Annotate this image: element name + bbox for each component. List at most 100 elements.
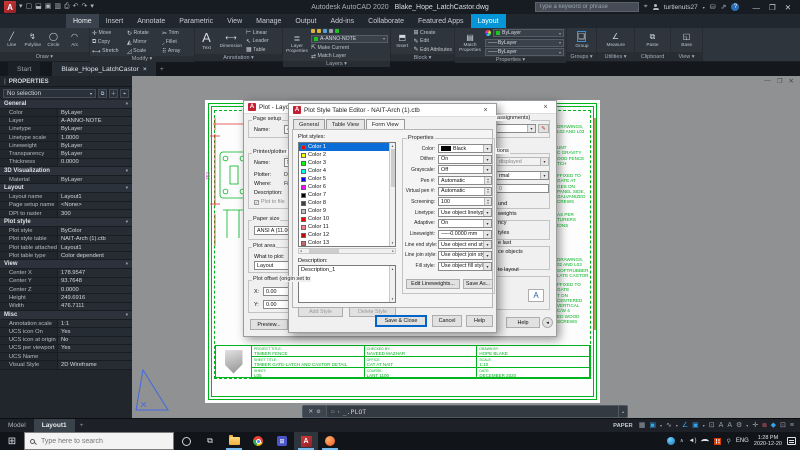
paste-button[interactable]: ⧉ Paste: [643, 32, 662, 48]
autocad-taskbar-button[interactable]: A: [294, 432, 318, 450]
groups-panel-title[interactable]: Groups ▾: [567, 52, 596, 61]
property-field-control[interactable]: On ▾ ▴▾: [438, 155, 492, 164]
plot-style-item[interactable]: Color 6: [299, 183, 389, 191]
doc-close-button[interactable]: ✕: [789, 77, 794, 85]
status-icon[interactable]: ✛: [752, 421, 758, 431]
save-as-button[interactable]: Save As...: [463, 279, 493, 289]
linetype-dropdown[interactable]: —— ByLayer ▾: [485, 48, 564, 56]
property-row[interactable]: Layout: [0, 184, 132, 193]
new-document-tab-button[interactable]: +: [156, 62, 168, 76]
close-button[interactable]: ✕: [785, 3, 791, 12]
action-center-icon[interactable]: [787, 437, 796, 445]
property-row[interactable]: Layer A-ANNO-NOTE: [0, 117, 132, 125]
modify-tool-button[interactable]: ◭ Mirror: [127, 38, 161, 46]
view-panel-title[interactable]: View ▾: [671, 52, 702, 61]
ms-app-button[interactable]: ⊞: [270, 432, 294, 450]
property-field-control[interactable]: Use object end style ▾ ▴▾: [438, 240, 492, 249]
property-row[interactable]: Center Y 93.7648: [0, 278, 132, 286]
dpi-field[interactable]: 0: [496, 184, 549, 193]
property-row[interactable]: View: [0, 260, 132, 269]
status-icon[interactable]: ▾: [746, 421, 748, 431]
match-properties-button[interactable]: ▤ Match Properties: [457, 33, 483, 53]
property-row[interactable]: Visual Style 2D Wireframe: [0, 361, 132, 369]
preview-button[interactable]: Preview...: [250, 319, 288, 330]
plot-style-item[interactable]: Color 4: [299, 167, 389, 175]
help-button[interactable]: Help: [466, 315, 493, 327]
modify-tool-button[interactable]: ✛ Move: [92, 29, 126, 37]
ribbon-tab[interactable]: Home: [66, 14, 99, 28]
listbox-hscrollbar[interactable]: ◂ ▸: [298, 248, 396, 254]
layer-on-icon[interactable]: [311, 29, 315, 33]
scroll-right-icon[interactable]: ▸: [391, 249, 395, 253]
description-vscrollbar[interactable]: ▴ ▾: [389, 266, 395, 302]
command-line[interactable]: ✕ ⚙ ▭ ▾ _.PLOT ▴: [302, 405, 628, 418]
property-row[interactable]: 3D Visualization: [0, 167, 132, 176]
property-field-control[interactable]: 0.0000 mm ▾ ▴▾: [438, 230, 492, 239]
modify-tool-button[interactable]: ✂ Trim: [162, 29, 196, 37]
plot-option-label[interactable]: weights: [498, 212, 523, 218]
property-row[interactable]: Transparency ByLayer: [0, 150, 132, 158]
select-objects-icon[interactable]: ＋: [109, 89, 118, 98]
property-field-control[interactable]: 100 ▾ ▴▾: [438, 197, 492, 206]
ribbon-tab[interactable]: Output: [288, 14, 323, 28]
ribbon-tab[interactable]: Parametric: [172, 14, 220, 28]
layer-state-icons[interactable]: [311, 29, 388, 33]
status-icon[interactable]: ⊡: [780, 421, 786, 431]
group-button[interactable]: ❏ Group: [572, 31, 591, 49]
property-row[interactable]: Thickness 0.0000: [0, 159, 132, 167]
property-row[interactable]: Annotation scale 1:1: [0, 320, 132, 328]
property-field-control[interactable]: Automatic ▾ ▴▾: [438, 176, 492, 185]
property-row[interactable]: Plot table type Color dependent: [0, 252, 132, 260]
make-current-button[interactable]: ⇱ Make Current: [311, 44, 388, 51]
property-row[interactable]: Plot table attached... Layout1: [0, 244, 132, 252]
plot-dialog-close-icon[interactable]: ×: [539, 104, 552, 111]
paper-space-label[interactable]: PAPER: [613, 423, 633, 429]
start-button[interactable]: ⊞: [0, 432, 24, 450]
plot-style-item[interactable]: Color 11: [299, 223, 389, 231]
scroll-down-icon[interactable]: ▾: [390, 296, 395, 302]
spinner-icon[interactable]: ▴▾: [484, 188, 491, 195]
command-input[interactable]: ▭ ▾ _.PLOT: [327, 408, 618, 416]
plot-style-item[interactable]: Color 1: [299, 143, 389, 151]
property-row[interactable]: DPI to raster 300: [0, 210, 132, 218]
y-offset-field[interactable]: 0.00: [263, 300, 291, 309]
username[interactable]: turtlenuts27: [664, 4, 698, 11]
status-icon[interactable]: ◆: [771, 421, 776, 431]
property-row[interactable]: Page setup name <None>: [0, 202, 132, 210]
close-icon[interactable]: ✕: [308, 408, 313, 415]
property-row[interactable]: Plot style ByColor: [0, 227, 132, 235]
scroll-up-icon[interactable]: ▴: [390, 266, 395, 272]
save-changes-fragment[interactable]: to layout: [498, 267, 519, 273]
document-tab[interactable]: Blake_Hope_LatchCastor ×: [52, 62, 155, 76]
add-style-button[interactable]: Add Style: [298, 307, 343, 317]
layer-properties-button[interactable]: ≣ Layer Properties: [285, 34, 309, 54]
wifi-icon[interactable]: [701, 439, 709, 444]
property-field-control[interactable]: On ▾ ▴▾: [438, 219, 492, 228]
tray-expand-icon[interactable]: ∧: [680, 438, 684, 444]
block-panel-title[interactable]: Block ▾: [391, 54, 454, 61]
property-row[interactable]: Height 249.6916: [0, 294, 132, 302]
layer-color-icon[interactable]: [335, 29, 339, 33]
plot-option-label[interactable]: tyles: [498, 231, 523, 237]
block-tool-button[interactable]: ⊞ Create: [413, 29, 452, 36]
property-row[interactable]: Lineweight ByLayer: [0, 142, 132, 150]
status-icon[interactable]: ▾: [660, 421, 662, 431]
property-row[interactable]: UCS Name: [0, 353, 132, 361]
app-store-icon[interactable]: ⛁: [710, 3, 716, 11]
toggle-pickadd-icon[interactable]: ⧉: [98, 89, 107, 98]
keyword-search-input[interactable]: [535, 2, 639, 12]
tray-app-icon[interactable]: [714, 438, 721, 445]
property-row[interactable]: Center X 178.9547: [0, 269, 132, 277]
ribbon-tab[interactable]: Manage: [249, 14, 288, 28]
ribbon-tab[interactable]: Layout: [471, 14, 506, 28]
plot-style-item[interactable]: Color 2: [299, 151, 389, 159]
plot-style-item[interactable]: Color 5: [299, 175, 389, 183]
command-expand-icon[interactable]: ▴: [618, 406, 627, 417]
restore-button[interactable]: ❐: [769, 3, 776, 12]
cortana-button[interactable]: [174, 432, 198, 450]
ribbon-tab[interactable]: Collaborate: [361, 14, 411, 28]
modify-tool-button[interactable]: ⠿ Array: [162, 47, 196, 55]
spinner-icon[interactable]: ▴▾: [484, 198, 491, 205]
property-field-control[interactable]: Use object fill style ▾ ▴▾: [438, 262, 492, 271]
tray-pin-icon[interactable]: ⚲: [726, 438, 730, 445]
